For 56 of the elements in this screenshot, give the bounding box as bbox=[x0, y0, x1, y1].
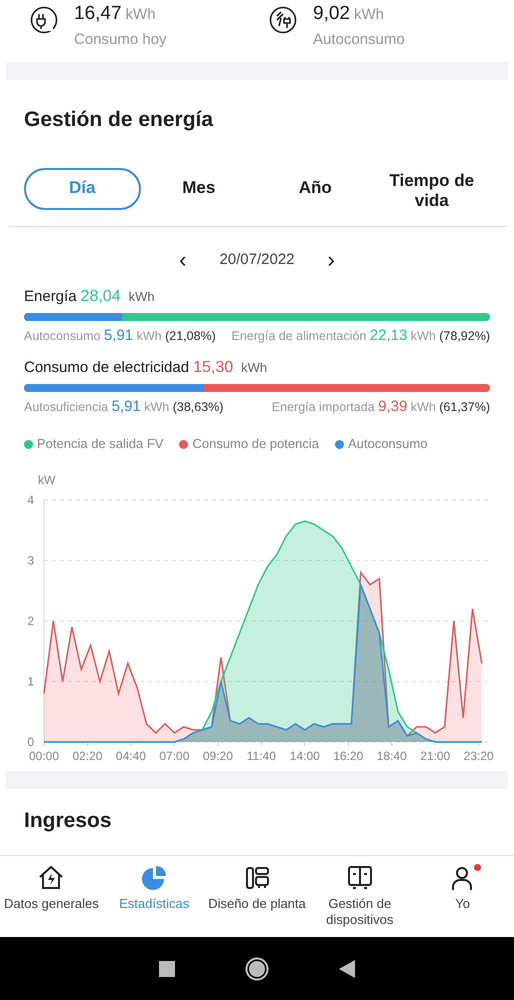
x-tick-label: 07:00 bbox=[159, 748, 190, 763]
legend-label: Consumo de potencia bbox=[192, 435, 319, 454]
y-tick-label: 3 bbox=[27, 553, 34, 568]
section-title: Ingresos bbox=[24, 808, 113, 834]
y-tick-label: 4 bbox=[27, 492, 34, 507]
summary-value: 16,47 bbox=[74, 3, 122, 24]
x-tick-label: 14:00 bbox=[290, 748, 320, 763]
legend-label: Potencia de salida FV bbox=[37, 435, 164, 454]
nav-tab[interactable]: Datos generales bbox=[0, 864, 102, 912]
period-tab[interactable]: Tiempo de vida bbox=[374, 168, 490, 210]
previous-button[interactable]: ‹ bbox=[170, 242, 196, 278]
balance-title: Energía bbox=[24, 287, 77, 308]
x-tick-label: 23:20 bbox=[464, 748, 494, 763]
period-tab[interactable]: Mes bbox=[140, 168, 257, 210]
unit-label: kWh bbox=[126, 6, 156, 23]
nav-tab[interactable]: Gestión de dispositivos bbox=[308, 864, 411, 928]
balance-detail: Energía importada 9,39 kWh (61,37%) bbox=[272, 396, 490, 417]
unit-label: kWh bbox=[354, 6, 384, 23]
nav-tab[interactable]: Diseño de planta bbox=[206, 864, 308, 912]
x-tick-label: 21:00 bbox=[420, 748, 450, 763]
x-tick-label: 16:20 bbox=[333, 748, 364, 763]
y-tick-label: 2 bbox=[27, 614, 34, 628]
nav-tab[interactable]: Yo bbox=[412, 864, 514, 912]
y-tick-label: 0 bbox=[27, 734, 34, 749]
balance-detail: Energía de alimentación 22,13 kWh (78,92%) bbox=[231, 326, 490, 346]
unit-label: kWh bbox=[128, 288, 155, 306]
period-tab[interactable]: Año bbox=[257, 168, 374, 210]
recent-apps-icon[interactable] bbox=[159, 960, 175, 976]
balance-title: Consumo de electricidad bbox=[24, 358, 190, 378]
back-icon[interactable] bbox=[339, 960, 355, 978]
legend-label: Autoconsumo bbox=[348, 435, 428, 454]
balance-total: 15,30 bbox=[193, 358, 234, 378]
solar-panel-icon bbox=[269, 6, 297, 34]
section-title: Gestión de energía bbox=[24, 107, 214, 133]
balance-detail: Autoconsumo 5,91 kWh (21,08%) bbox=[24, 326, 216, 346]
home-icon[interactable] bbox=[245, 956, 269, 980]
axis-unit: kW bbox=[38, 472, 56, 487]
x-tick-label: 18:40 bbox=[376, 748, 407, 763]
x-tick-label: 00:00 bbox=[28, 748, 60, 763]
x-tick-label: 04:40 bbox=[116, 748, 146, 763]
summary-label: Autoconsumo bbox=[313, 30, 405, 50]
cabinet-icon bbox=[346, 864, 374, 892]
y-tick-label: 1 bbox=[27, 674, 34, 688]
next-button[interactable]: › bbox=[318, 242, 344, 278]
date-label: 20/07/2022 bbox=[219, 250, 295, 270]
balance-total: 28,04 bbox=[80, 287, 121, 308]
x-tick-label: 02:20 bbox=[72, 748, 102, 763]
summary-value: 9,02 bbox=[313, 3, 350, 24]
x-tick-label: 09:20 bbox=[202, 748, 233, 763]
x-tick-label: 11:40 bbox=[246, 748, 276, 763]
unit-label: kWh bbox=[241, 358, 268, 377]
pie-chart-icon bbox=[140, 864, 168, 892]
summary-label: Consumo hoy bbox=[74, 30, 167, 50]
balance-detail: Autosuficiencia 5,91 kWh (38,63%) bbox=[24, 396, 224, 417]
plug-icon bbox=[30, 6, 58, 34]
house-icon bbox=[37, 864, 66, 892]
